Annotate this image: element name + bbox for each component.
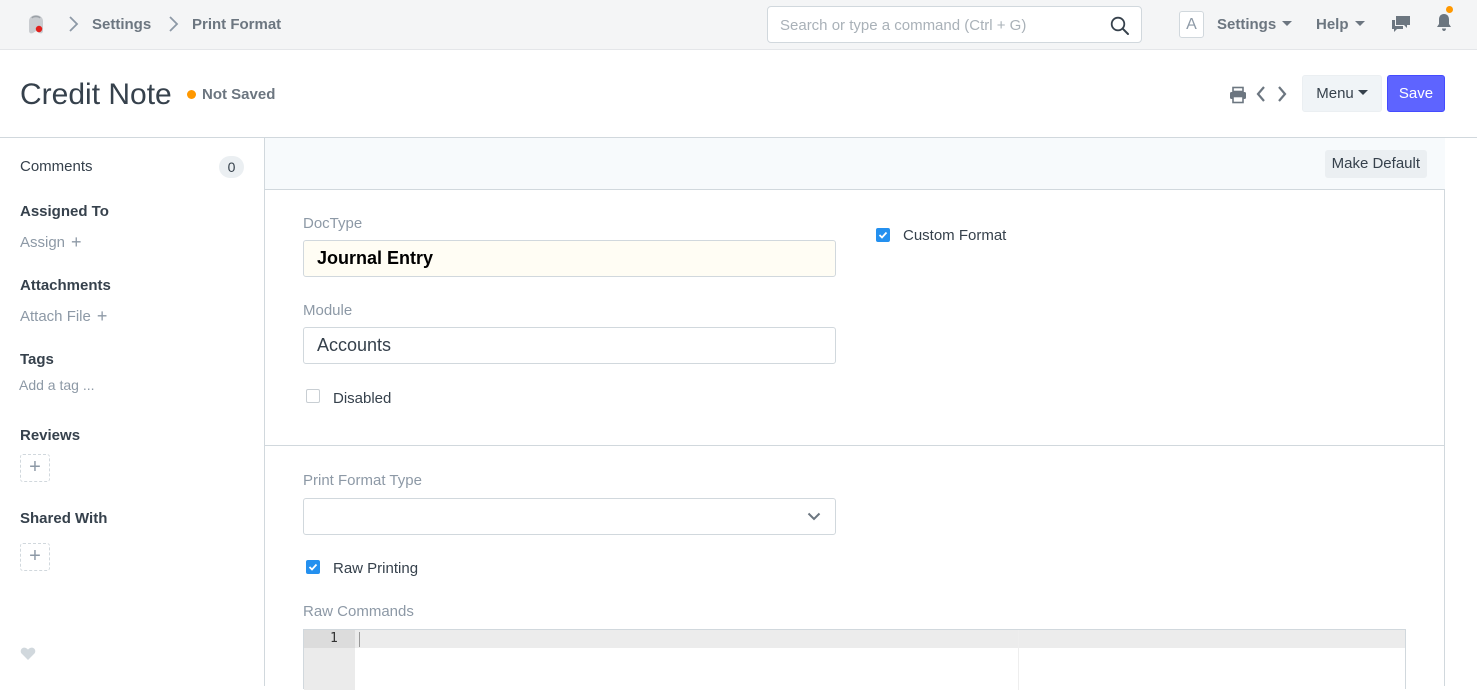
module-label: Module (303, 302, 353, 319)
attach-file-label: Attach File (20, 308, 91, 325)
next-doc-icon[interactable] (1276, 85, 1288, 103)
make-default-button[interactable]: Make Default (1324, 150, 1427, 178)
caret-down-icon (1282, 21, 1293, 26)
assign-label: Assign (20, 234, 66, 251)
chat-icon[interactable] (1390, 14, 1412, 34)
form-sidebar: Comments 0 Assigned To Assign + Attachmen… (0, 138, 264, 686)
doctype-label: DocType (303, 215, 363, 232)
attach-file-button[interactable]: Attach File + (20, 306, 107, 327)
add-tag-input[interactable]: Add a tag ... (19, 377, 95, 393)
notification-bell-icon[interactable] (1435, 12, 1453, 32)
caret-down-icon (1354, 21, 1365, 26)
comments-count-badge: 0 (219, 156, 244, 178)
page-header: Credit Note Not Saved Menu Save (0, 50, 1477, 138)
status-indicator-dot (187, 90, 196, 99)
comments-label[interactable]: Comments (20, 158, 93, 175)
add-review-button[interactable]: + (20, 454, 50, 482)
editor-cursor (359, 632, 360, 647)
print-format-type-select[interactable] (303, 498, 836, 535)
plus-icon: + (29, 456, 41, 478)
custom-format-checkbox[interactable] (876, 228, 890, 242)
user-avatar[interactable]: A (1179, 11, 1204, 38)
print-icon[interactable] (1229, 86, 1247, 104)
tags-heading: Tags (20, 351, 54, 368)
disabled-checkbox[interactable] (306, 389, 320, 403)
section-divider (265, 445, 1445, 446)
editor-active-line (355, 630, 1405, 648)
raw-commands-editor[interactable]: 1 (303, 629, 1406, 690)
search-input[interactable] (780, 15, 1100, 35)
form-toolbar: Make Default (265, 138, 1445, 190)
disabled-label: Disabled (333, 390, 392, 407)
raw-printing-label: Raw Printing (333, 560, 419, 577)
page-title: Credit Note (20, 78, 172, 111)
form-layout: Make Default DocType Journal Entry Modul… (264, 138, 1445, 690)
help-dropdown[interactable]: Help (1316, 16, 1365, 33)
add-share-button[interactable]: + (20, 543, 50, 571)
search-icon[interactable] (1110, 16, 1130, 36)
assigned-to-heading: Assigned To (20, 203, 109, 220)
print-format-type-label: Print Format Type (303, 472, 422, 489)
custom-format-label: Custom Format (903, 227, 1007, 244)
doctype-field[interactable]: Journal Entry (303, 240, 836, 277)
breadcrumb-settings[interactable]: Settings (92, 16, 151, 33)
module-field[interactable]: Accounts (303, 327, 836, 364)
save-button[interactable]: Save (1387, 75, 1445, 112)
like-heart-icon[interactable] (20, 646, 36, 661)
checkmark-icon (878, 231, 888, 239)
raw-printing-checkbox[interactable] (306, 560, 320, 574)
plus-icon: + (96, 306, 108, 326)
breadcrumb-chevron-icon (69, 16, 79, 32)
attachments-heading: Attachments (20, 277, 111, 294)
breadcrumb-print-format[interactable]: Print Format (192, 16, 281, 33)
menu-button[interactable]: Menu (1302, 75, 1382, 112)
settings-dropdown-label: Settings (1217, 16, 1277, 33)
menu-button-label: Menu (1316, 85, 1354, 102)
reviews-heading: Reviews (20, 427, 81, 444)
assign-button[interactable]: Assign + (20, 232, 82, 253)
plus-icon: + (71, 232, 82, 252)
shared-with-heading: Shared With (20, 510, 108, 527)
raw-commands-label: Raw Commands (303, 603, 414, 620)
breadcrumb-chevron-icon (169, 16, 179, 32)
chevron-down-icon (807, 512, 821, 521)
notification-dot (1446, 6, 1453, 13)
settings-dropdown[interactable]: Settings (1217, 16, 1293, 33)
app-logo-icon[interactable] (24, 12, 48, 36)
line-number: 1 (330, 631, 338, 646)
editor-print-margin (1018, 630, 1019, 690)
previous-doc-icon[interactable] (1255, 85, 1267, 103)
awesomebar-search (767, 6, 1142, 43)
status-badge: Not Saved (202, 86, 276, 103)
checkmark-icon (308, 563, 318, 571)
plus-icon: + (29, 545, 41, 567)
help-dropdown-label: Help (1316, 16, 1349, 33)
editor-gutter: 1 (304, 630, 355, 690)
navbar: Settings Print Format A Settings Help (0, 0, 1477, 50)
caret-down-icon (1357, 90, 1368, 95)
